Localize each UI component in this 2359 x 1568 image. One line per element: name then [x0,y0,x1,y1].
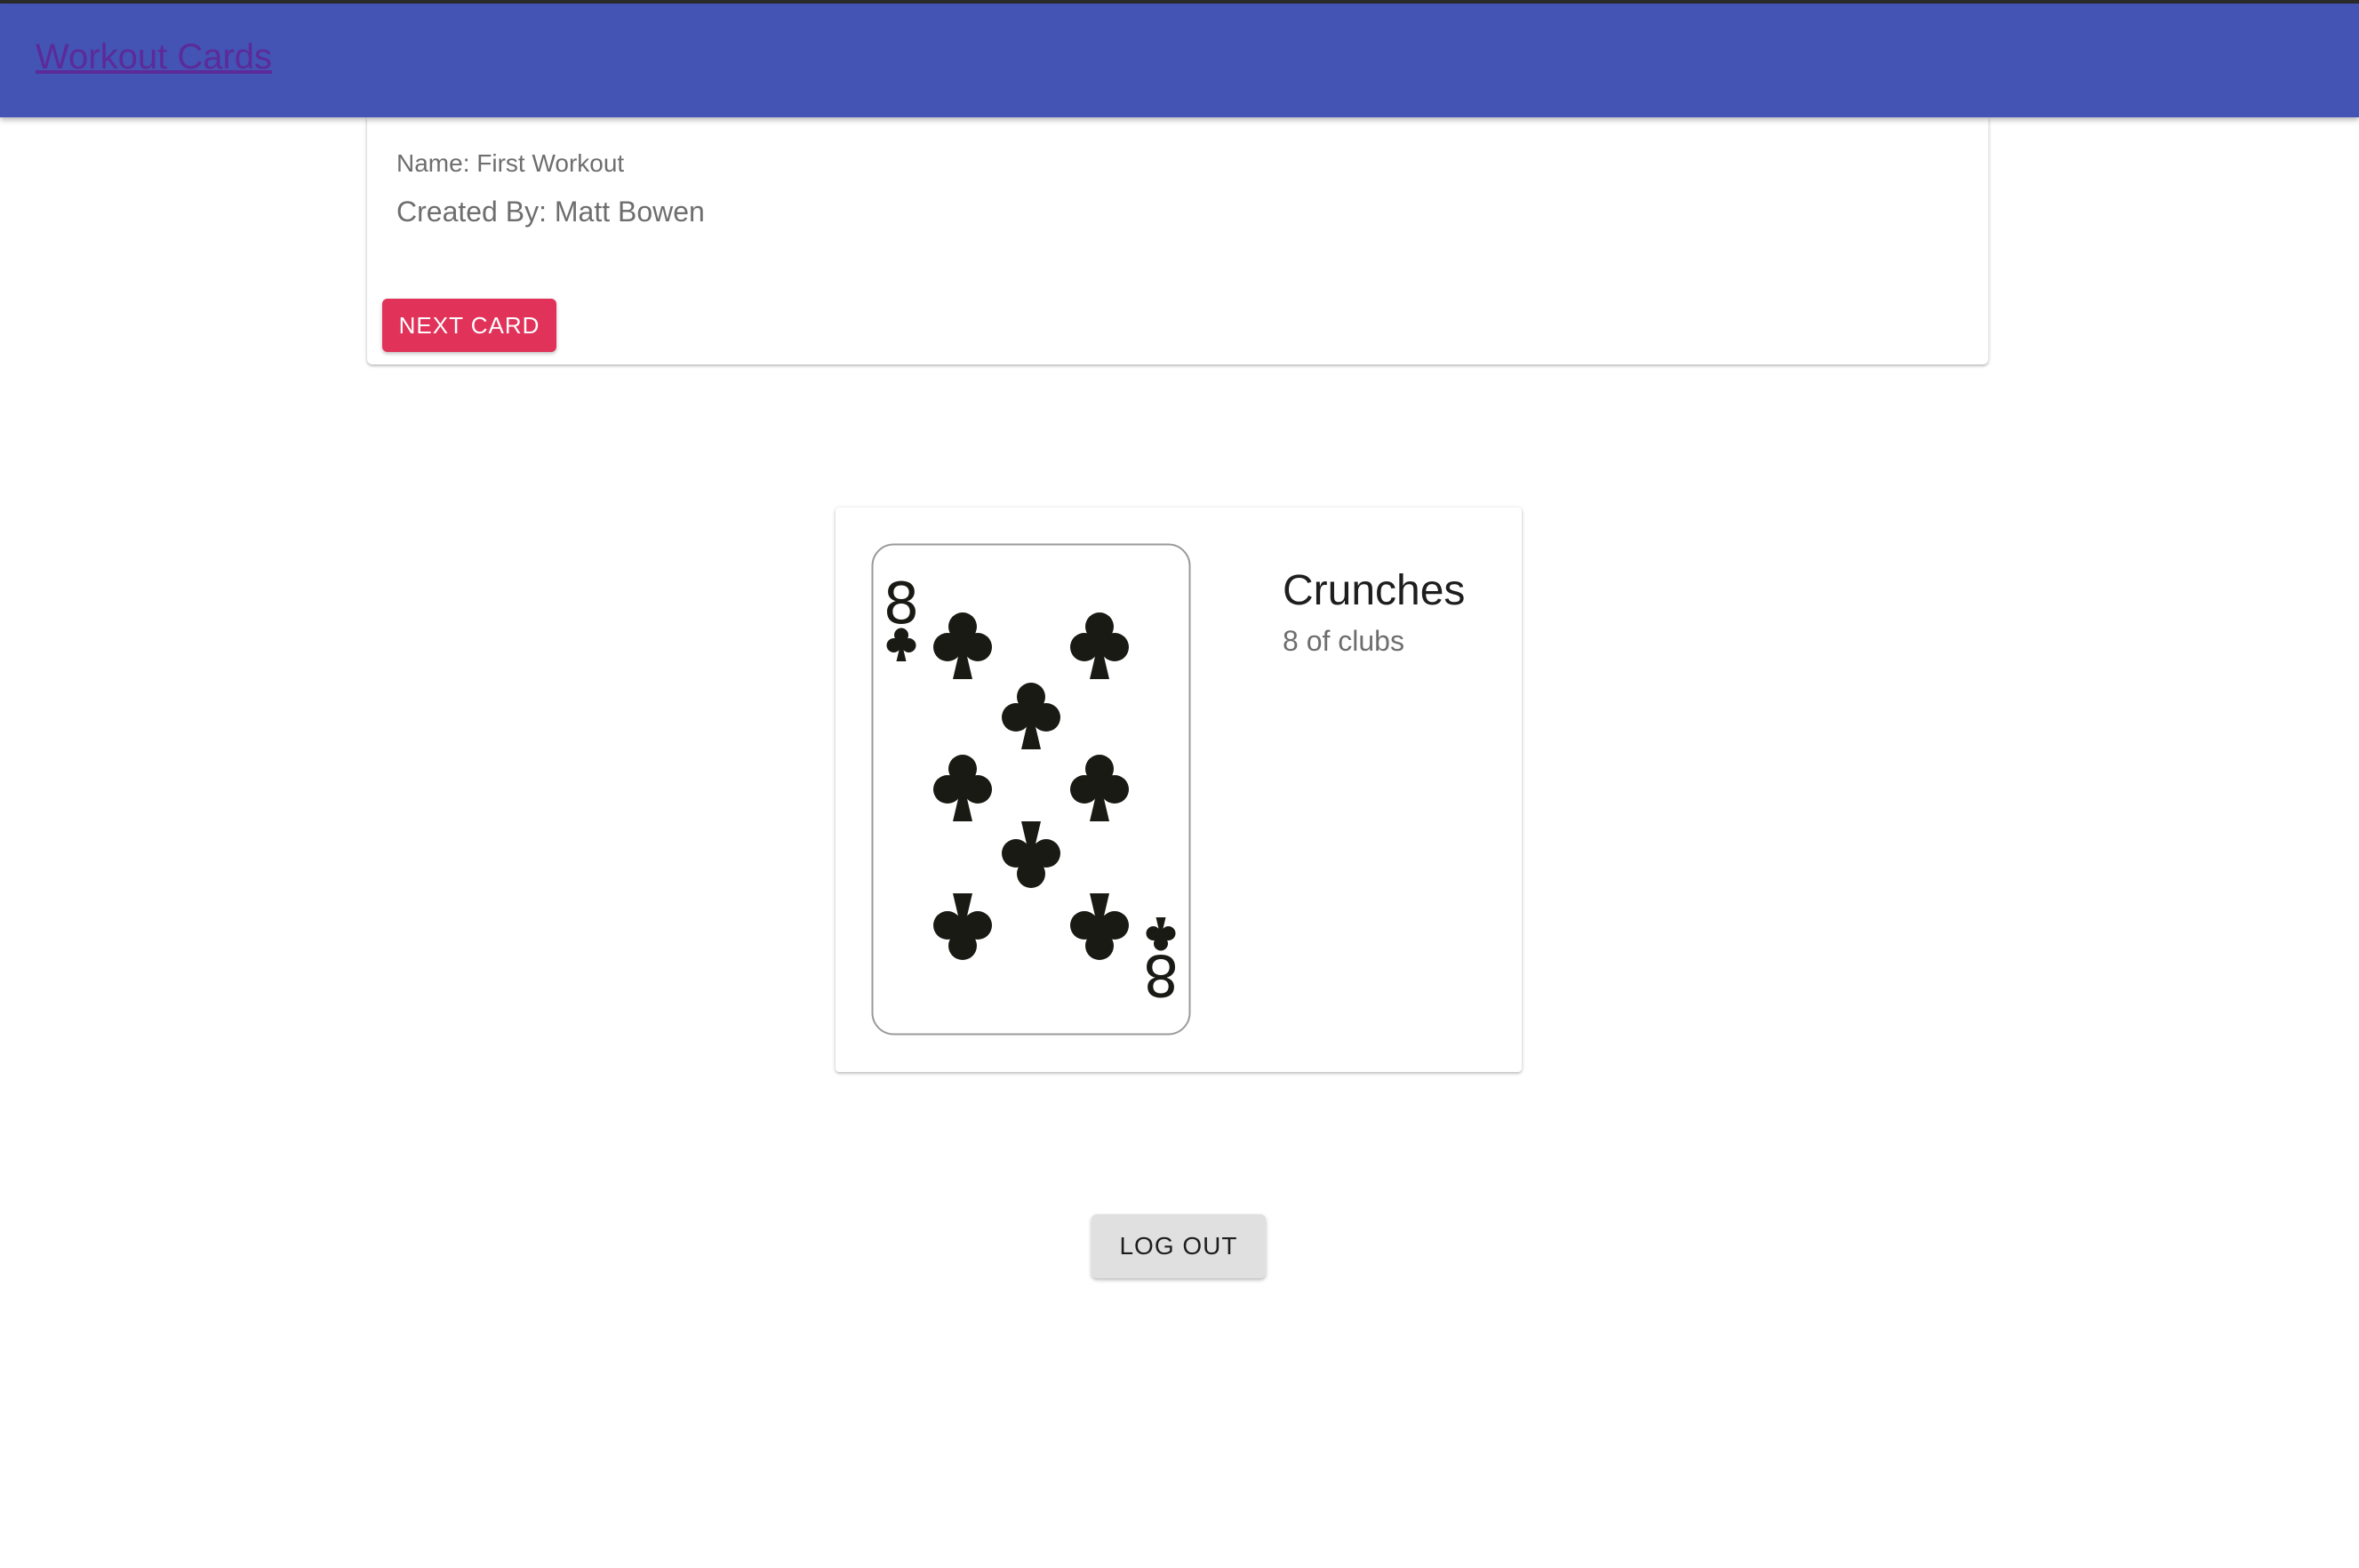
workout-creator: Created By: Matt Bowen [396,196,705,228]
card-rank-bottom: 8 [1143,941,1180,1007]
workout-name: Name: First Workout [396,149,625,177]
workout-info-panel: Name: First Workout Created By: Matt Bow… [367,117,1988,364]
exercise-card: 8 8 Crunches 8 of clubs [836,508,1522,1072]
card-rank-top: 8 [884,572,920,637]
exercise-name: Crunches [1283,567,1466,614]
playing-card-image: 8 8 [871,543,1191,1036]
app-bar: Workout Cards [0,4,2359,117]
card-description: 8 of clubs [1283,625,1404,657]
card-face [871,543,1191,1036]
logout-button[interactable]: LOG OUT [1092,1214,1266,1278]
app-title-link[interactable]: Workout Cards [36,37,272,77]
next-card-button[interactable]: NEXT CARD [382,299,556,352]
